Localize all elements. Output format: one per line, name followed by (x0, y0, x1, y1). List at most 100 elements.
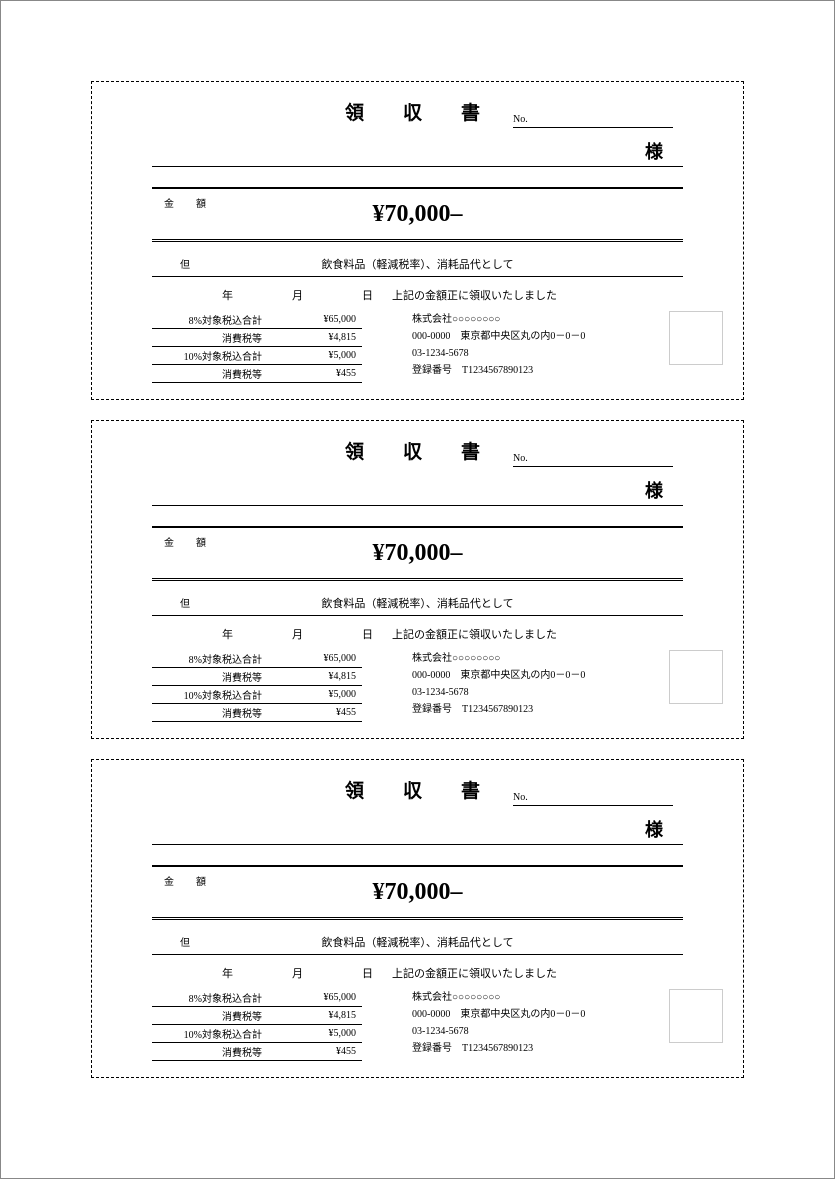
amount-label: 金 額 (164, 873, 212, 888)
tax-value: ¥65,000 (266, 653, 362, 664)
tax-value: ¥455 (266, 1046, 362, 1057)
issuer-tel: 03-1234-5678 (412, 684, 683, 701)
tax-value: ¥5,000 (266, 689, 362, 700)
tax-value: ¥5,000 (266, 1028, 362, 1039)
year-label: 年 (222, 626, 233, 642)
tax-value: ¥65,000 (266, 314, 362, 325)
issuer-reg: 登録番号 T1234567890123 (412, 362, 683, 379)
tax-label: 消費税等 (152, 1008, 266, 1023)
tax-table: 8%対象税込合計 ¥65,000 消費税等 ¥4,815 10%対象税込合計 ¥… (152, 311, 362, 383)
issuer-address: 000-0000 東京都中央区丸の内0－0－0 (412, 328, 683, 345)
memo-label: 但 (180, 595, 190, 610)
page: 領 収 書 No. 様 金 額 ¥70,000– 但 飲食料品（軽減税率）、消耗… (0, 0, 835, 1179)
amount-block: 金 額 ¥70,000– (152, 187, 683, 242)
issuer-name: 株式会社○○○○○○○○ (412, 989, 683, 1006)
tax-label: 消費税等 (152, 1044, 266, 1059)
issuer-address: 000-0000 東京都中央区丸の内0－0－0 (412, 1006, 683, 1023)
no-label: No. (513, 453, 528, 464)
day-label: 日 (362, 965, 373, 981)
receipt-1: 領 収 書 No. 様 金 額 ¥70,000– 但 飲食料品（軽減税率）、消耗… (91, 81, 744, 400)
stamp-box (669, 311, 723, 365)
no-label: No. (513, 792, 528, 803)
memo-block: 但 飲食料品（軽減税率）、消耗品代として (152, 593, 683, 616)
tax-row: 消費税等 ¥4,815 (152, 668, 362, 686)
memo-block: 但 飲食料品（軽減税率）、消耗品代として (152, 932, 683, 955)
month-label: 月 (292, 965, 303, 981)
tax-label: 8%対象税込合計 (152, 990, 266, 1005)
issuer-tel: 03-1234-5678 (412, 345, 683, 362)
acknowledgement: 上記の金額正に領収いたしました (392, 287, 557, 303)
payer-row: 様 (152, 814, 683, 845)
tax-value: ¥4,815 (266, 1010, 362, 1021)
tax-value: ¥65,000 (266, 992, 362, 1003)
no-field: No. (513, 792, 673, 806)
amount-value: ¥70,000– (152, 528, 683, 567)
tax-row: 8%対象税込合計 ¥65,000 (152, 989, 362, 1007)
tax-row: 消費税等 ¥455 (152, 365, 362, 383)
tax-label: 消費税等 (152, 705, 266, 720)
stamp-box (669, 989, 723, 1043)
tax-row: 消費税等 ¥455 (152, 1043, 362, 1061)
acknowledgement: 上記の金額正に領収いたしました (392, 626, 557, 642)
year-label: 年 (222, 965, 233, 981)
tax-value: ¥455 (266, 368, 362, 379)
amount-label: 金 額 (164, 195, 212, 210)
memo-label: 但 (180, 934, 190, 949)
date-row: 年 月 日 上記の金額正に領収いたしました (152, 626, 683, 644)
no-label: No. (513, 114, 528, 125)
stamp-box (669, 650, 723, 704)
tax-row: 10%対象税込合計 ¥5,000 (152, 1025, 362, 1043)
receipt-3: 領 収 書 No. 様 金 額 ¥70,000– 但 飲食料品（軽減税率）、消耗… (91, 759, 744, 1078)
date-row: 年 月 日 上記の金額正に領収いたしました (152, 287, 683, 305)
tax-row: 10%対象税込合計 ¥5,000 (152, 347, 362, 365)
amount-block: 金 額 ¥70,000– (152, 526, 683, 581)
no-field: No. (513, 453, 673, 467)
tax-label: 10%対象税込合計 (152, 348, 266, 363)
issuer-block: 株式会社○○○○○○○○ 000-0000 東京都中央区丸の内0－0－0 03-… (412, 989, 683, 1061)
year-label: 年 (222, 287, 233, 303)
tax-label: 10%対象税込合計 (152, 687, 266, 702)
tax-row: 8%対象税込合計 ¥65,000 (152, 650, 362, 668)
tax-row: 消費税等 ¥455 (152, 704, 362, 722)
issuer-name: 株式会社○○○○○○○○ (412, 650, 683, 667)
memo-text: 飲食料品（軽減税率）、消耗品代として (152, 932, 683, 950)
acknowledgement: 上記の金額正に領収いたしました (392, 965, 557, 981)
month-label: 月 (292, 626, 303, 642)
issuer-name: 株式会社○○○○○○○○ (412, 311, 683, 328)
amount-label: 金 額 (164, 534, 212, 549)
sama-label: 様 (645, 816, 663, 842)
payer-row: 様 (152, 136, 683, 167)
month-label: 月 (292, 287, 303, 303)
amount-block: 金 額 ¥70,000– (152, 865, 683, 920)
tax-table: 8%対象税込合計 ¥65,000 消費税等 ¥4,815 10%対象税込合計 ¥… (152, 989, 362, 1061)
issuer-block: 株式会社○○○○○○○○ 000-0000 東京都中央区丸の内0－0－0 03-… (412, 311, 683, 383)
amount-value: ¥70,000– (152, 867, 683, 906)
tax-label: 消費税等 (152, 330, 266, 345)
tax-label: 10%対象税込合計 (152, 1026, 266, 1041)
tax-label: 8%対象税込合計 (152, 651, 266, 666)
day-label: 日 (362, 287, 373, 303)
no-field: No. (513, 114, 673, 128)
tax-row: 消費税等 ¥4,815 (152, 329, 362, 347)
amount-value: ¥70,000– (152, 189, 683, 228)
issuer-tel: 03-1234-5678 (412, 1023, 683, 1040)
tax-value: ¥4,815 (266, 671, 362, 682)
tax-label: 消費税等 (152, 366, 266, 381)
memo-block: 但 飲食料品（軽減税率）、消耗品代として (152, 254, 683, 277)
memo-text: 飲食料品（軽減税率）、消耗品代として (152, 254, 683, 272)
tax-label: 8%対象税込合計 (152, 312, 266, 327)
issuer-reg: 登録番号 T1234567890123 (412, 1040, 683, 1057)
issuer-address: 000-0000 東京都中央区丸の内0－0－0 (412, 667, 683, 684)
tax-label: 消費税等 (152, 669, 266, 684)
tax-table: 8%対象税込合計 ¥65,000 消費税等 ¥4,815 10%対象税込合計 ¥… (152, 650, 362, 722)
tax-row: 消費税等 ¥4,815 (152, 1007, 362, 1025)
receipt-2: 領 収 書 No. 様 金 額 ¥70,000– 但 飲食料品（軽減税率）、消耗… (91, 420, 744, 739)
date-row: 年 月 日 上記の金額正に領収いたしました (152, 965, 683, 983)
issuer-reg: 登録番号 T1234567890123 (412, 701, 683, 718)
issuer-block: 株式会社○○○○○○○○ 000-0000 東京都中央区丸の内0－0－0 03-… (412, 650, 683, 722)
sama-label: 様 (645, 477, 663, 503)
day-label: 日 (362, 626, 373, 642)
payer-row: 様 (152, 475, 683, 506)
tax-value: ¥455 (266, 707, 362, 718)
sama-label: 様 (645, 138, 663, 164)
